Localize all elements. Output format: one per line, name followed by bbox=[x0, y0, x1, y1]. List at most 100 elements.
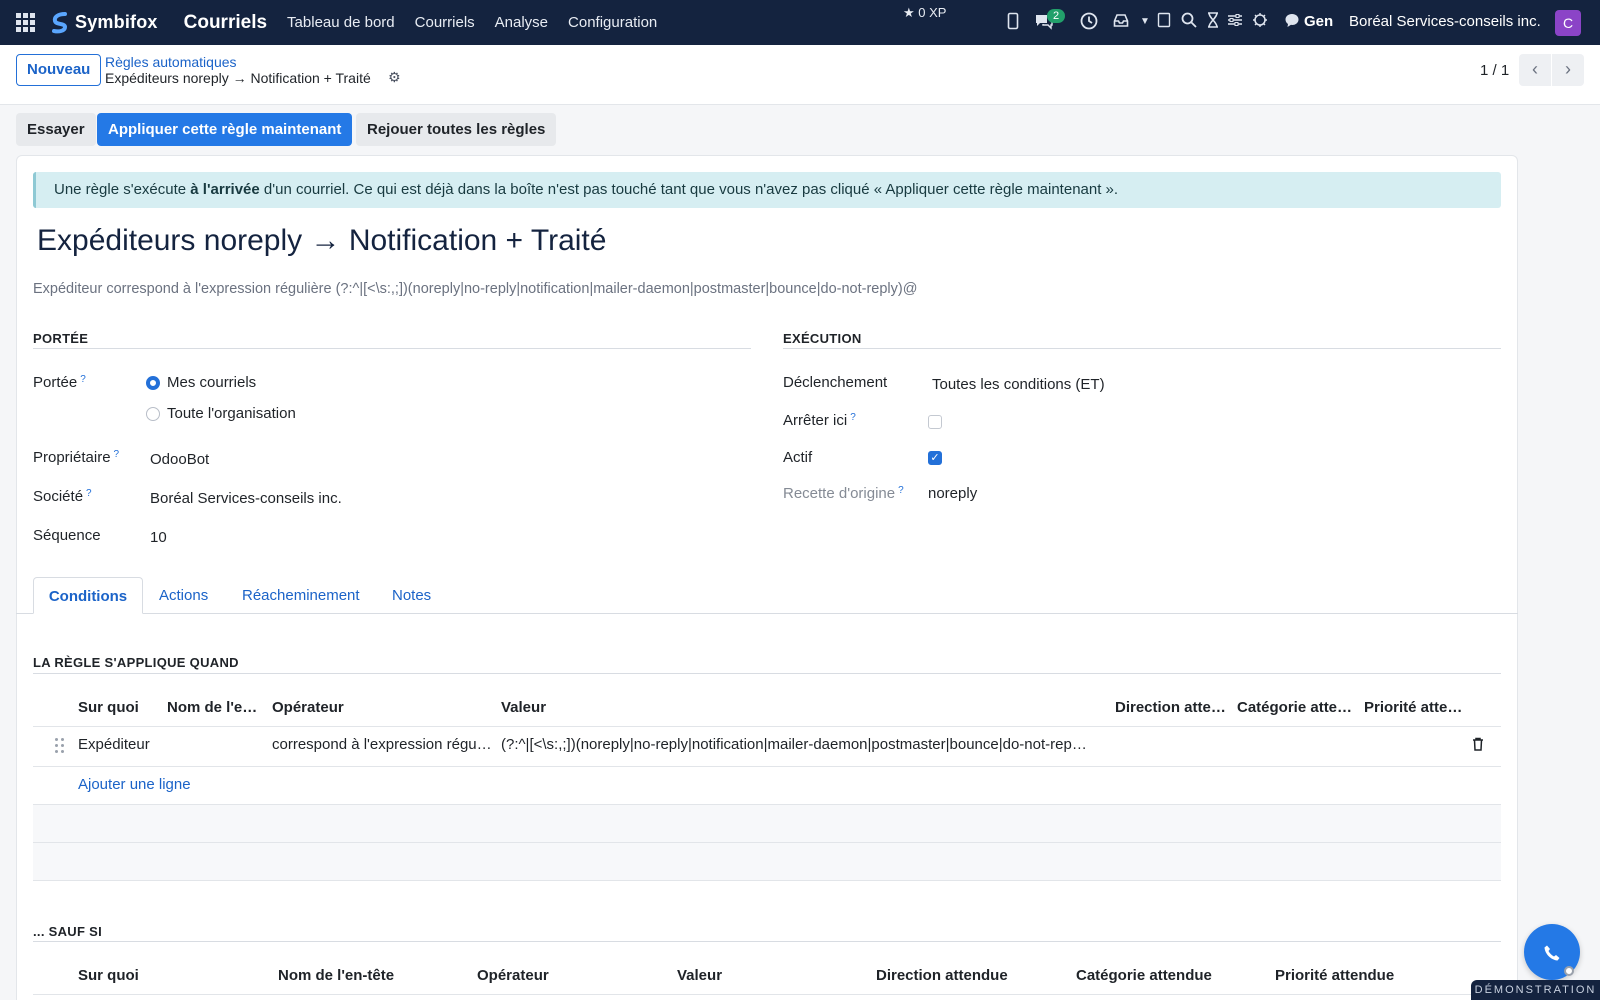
alert-text-bold: à l'arrivée bbox=[190, 181, 260, 198]
column-header-category[interactable]: Catégorie atte… bbox=[1237, 699, 1357, 716]
gear-icon[interactable]: ⚙ bbox=[388, 69, 401, 86]
stop-here-label: Arrêter ici? bbox=[783, 412, 856, 429]
hourglass-icon[interactable] bbox=[1204, 12, 1222, 32]
clock-icon[interactable] bbox=[1080, 12, 1098, 32]
help-icon[interactable]: ? bbox=[114, 449, 120, 460]
pager-value[interactable]: 1 / 1 bbox=[1480, 62, 1509, 79]
empty-row bbox=[33, 805, 1501, 842]
execution-section-heading: EXÉCUTION bbox=[783, 331, 862, 346]
tablet-icon[interactable] bbox=[1155, 12, 1173, 32]
exceptions-divider bbox=[33, 941, 1501, 942]
alert-text-end: d'un courriel. Ce qui est déjà dans la b… bbox=[259, 181, 1119, 198]
condition-cell-operator[interactable]: correspond à l'expression régu… bbox=[272, 736, 492, 753]
condition-cell-value[interactable]: (?:^|[<\s:,;])(noreply|no-reply|notifica… bbox=[501, 736, 1107, 753]
search-icon[interactable] bbox=[1180, 12, 1198, 32]
column-header-header-name[interactable]: Nom de l'en… bbox=[167, 699, 263, 716]
exceptions-heading: ... SAUF SI bbox=[33, 924, 103, 939]
menu-dashboard[interactable]: Tableau de bord bbox=[287, 14, 395, 31]
active-checkbox[interactable]: ✓ bbox=[928, 451, 942, 465]
tab-conditions[interactable]: Conditions bbox=[33, 577, 143, 614]
demo-badge: DÉMONSTRATION bbox=[1471, 980, 1600, 1000]
try-button[interactable]: Essayer bbox=[16, 113, 96, 146]
origin-recipe-value: noreply bbox=[928, 485, 978, 502]
trash-icon[interactable] bbox=[1472, 737, 1484, 754]
execution-section-divider bbox=[783, 348, 1501, 349]
tab-actions[interactable]: Actions bbox=[159, 577, 208, 614]
chevron-right-icon: › bbox=[1565, 59, 1571, 79]
info-alert: Une règle s'exécute à l'arrivée d'un cou… bbox=[33, 172, 1501, 208]
help-icon[interactable]: ? bbox=[850, 412, 856, 423]
stop-here-label-text: Arrêter ici bbox=[783, 412, 848, 429]
stop-here-checkbox[interactable] bbox=[928, 415, 942, 429]
scope-radio-organization[interactable] bbox=[146, 407, 160, 421]
pager-next-button[interactable]: › bbox=[1552, 54, 1584, 86]
table-row-divider bbox=[33, 766, 1501, 767]
scope-option-mine[interactable]: Mes courriels bbox=[167, 374, 256, 391]
new-button[interactable]: Nouveau bbox=[16, 54, 102, 86]
drag-handle-icon[interactable] bbox=[55, 738, 65, 754]
xp-value: 0 XP bbox=[918, 5, 947, 20]
menu-analysis[interactable]: Analyse bbox=[495, 14, 548, 31]
app-name[interactable]: Courriels bbox=[184, 12, 267, 34]
caret-down-icon[interactable]: ▼ bbox=[1136, 12, 1154, 32]
inbox-icon[interactable] bbox=[1112, 12, 1130, 32]
brand-name: Symbifox bbox=[75, 12, 158, 32]
owner-label: Propriétaire? bbox=[33, 449, 119, 466]
main-menu: Tableau de bord Courriels Analyse Config… bbox=[287, 14, 677, 31]
apply-rule-button[interactable]: Appliquer cette règle maintenant bbox=[97, 113, 353, 146]
scope-option-organization[interactable]: Toute l'organisation bbox=[167, 405, 296, 422]
gen-button[interactable]: Gen bbox=[1304, 13, 1333, 30]
origin-recipe-label: Recette d'origine? bbox=[783, 485, 904, 502]
xp-counter[interactable]: ★ 0 XP bbox=[903, 5, 946, 21]
exception-header-header-name[interactable]: Nom de l'en-tête bbox=[278, 967, 394, 984]
breadcrumb-parent[interactable]: Règles automatiques bbox=[105, 54, 237, 70]
sequence-label: Séquence bbox=[33, 527, 101, 544]
help-icon[interactable]: ? bbox=[86, 488, 92, 499]
chat-badge: 2 bbox=[1047, 9, 1066, 23]
help-icon[interactable]: ? bbox=[898, 485, 904, 496]
trigger-label: Déclenchement bbox=[783, 374, 888, 391]
scope-section-heading: PORTÉE bbox=[33, 331, 89, 346]
replay-rules-button[interactable]: Rejouer toutes les règles bbox=[356, 113, 557, 146]
sequence-field[interactable]: 10 bbox=[150, 529, 167, 546]
mobile-icon[interactable] bbox=[1004, 12, 1022, 32]
avatar[interactable]: C bbox=[1555, 10, 1581, 36]
brand-logo[interactable]: Symbifox bbox=[50, 11, 158, 35]
column-header-priority[interactable]: Priorité atte… bbox=[1364, 699, 1474, 716]
scope-radio-mine[interactable] bbox=[146, 376, 160, 390]
table-header-divider bbox=[33, 994, 1501, 995]
rule-summary: Expéditeur correspond à l'expression rég… bbox=[33, 281, 918, 297]
column-header-value[interactable]: Valeur bbox=[501, 699, 1101, 716]
company-field[interactable]: Boréal Services-conseils inc. bbox=[150, 490, 342, 507]
owner-field[interactable]: OdooBot bbox=[150, 451, 209, 468]
help-icon[interactable]: ? bbox=[80, 374, 86, 385]
scope-label: Portée? bbox=[33, 374, 86, 391]
column-header-direction[interactable]: Direction atte… bbox=[1115, 699, 1233, 716]
column-header-operator[interactable]: Opérateur bbox=[272, 699, 492, 716]
tab-forwarding[interactable]: Réacheminement bbox=[242, 577, 360, 614]
rule-title[interactable]: Expéditeurs noreply → Notification + Tra… bbox=[37, 224, 606, 258]
menu-emails[interactable]: Courriels bbox=[415, 14, 475, 31]
pager-previous-button[interactable]: ‹ bbox=[1519, 54, 1551, 86]
condition-cell-on[interactable]: Expéditeur bbox=[78, 736, 166, 753]
exception-header-value[interactable]: Valeur bbox=[677, 967, 722, 984]
status-dot bbox=[1564, 966, 1574, 976]
breadcrumb-current: Expéditeurs noreply → Notification + Tra… bbox=[105, 70, 371, 86]
company-switcher[interactable]: Boréal Services-conseils inc. bbox=[1349, 13, 1541, 30]
apps-icon[interactable] bbox=[16, 12, 36, 33]
exception-header-on[interactable]: Sur quoi bbox=[78, 967, 139, 984]
bug-icon[interactable] bbox=[1251, 12, 1269, 32]
exception-header-direction[interactable]: Direction attendue bbox=[876, 967, 1008, 984]
menu-configuration[interactable]: Configuration bbox=[568, 14, 657, 31]
add-line-button[interactable]: Ajouter une ligne bbox=[78, 776, 191, 793]
table-row-divider bbox=[33, 880, 1501, 881]
exception-header-operator[interactable]: Opérateur bbox=[477, 967, 549, 984]
conditions-divider bbox=[33, 673, 1501, 674]
phone-icon bbox=[1544, 945, 1560, 961]
exception-header-category[interactable]: Catégorie attendue bbox=[1076, 967, 1212, 984]
column-header-on[interactable]: Sur quoi bbox=[78, 699, 164, 716]
trigger-select[interactable]: Toutes les conditions (ET) bbox=[932, 376, 1105, 393]
tab-notes[interactable]: Notes bbox=[392, 577, 431, 614]
exception-header-priority[interactable]: Priorité attendue bbox=[1275, 967, 1394, 984]
sliders-icon[interactable] bbox=[1226, 12, 1244, 32]
